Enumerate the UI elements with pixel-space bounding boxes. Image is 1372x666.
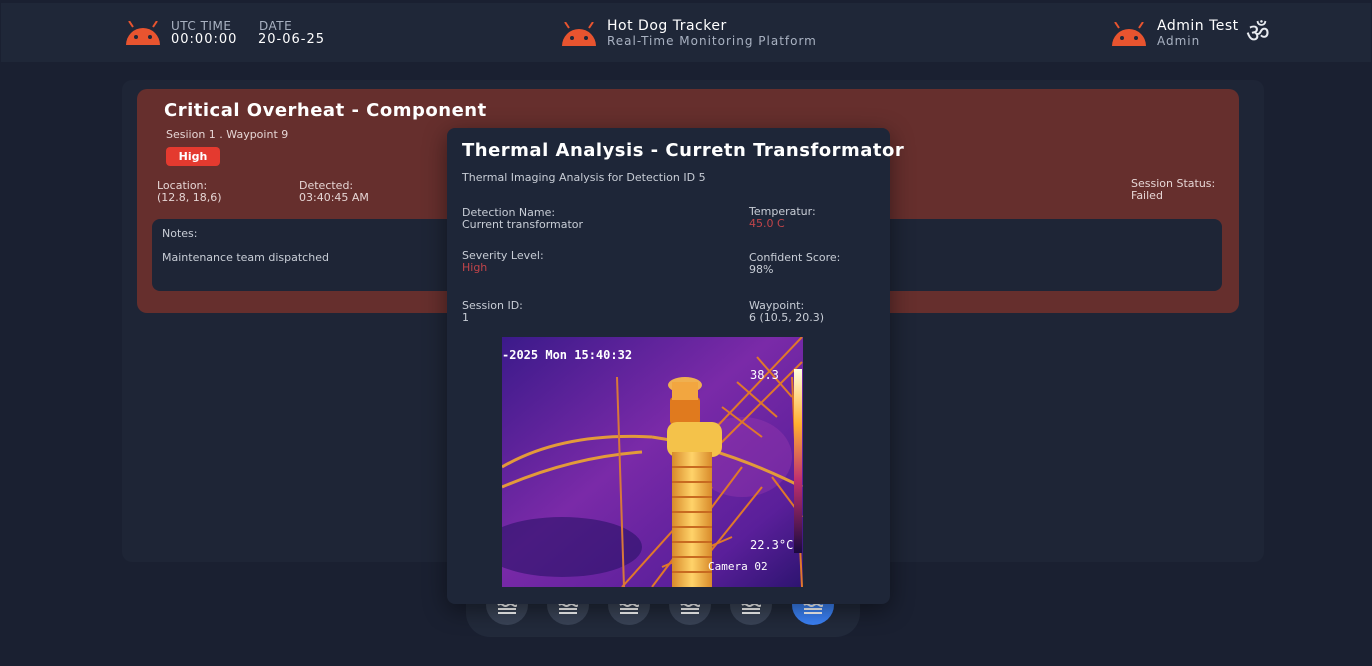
utc-time-label: UTC TIME (171, 19, 232, 33)
app-subtitle: Real-Time Monitoring Platform (607, 34, 817, 48)
waypoint-value: 6 (10.5, 20.3) (749, 311, 825, 324)
date-value: 20-06-25 (258, 32, 326, 47)
detected-value: 03:40:45 AM (299, 191, 369, 204)
notes-text: Maintenance team dispatched (162, 251, 329, 264)
user-role: Admin (1157, 34, 1201, 48)
waves-icon (558, 603, 578, 614)
modal-title: Thermal Analysis - Curretn Transformator (462, 140, 905, 161)
android-icon (560, 22, 598, 46)
thermal-camera-label: Camera 02 (708, 560, 768, 573)
temperature-value: 45.0 C (749, 217, 785, 230)
thermal-max-temp: 38.3 (750, 368, 779, 382)
waves-icon (680, 603, 700, 614)
date-label: DATE (259, 19, 293, 33)
severity-badge: High (166, 147, 220, 166)
user-name: Admin Test (1157, 18, 1239, 34)
alert-subtitle: Sesiion 1 . Waypoint 9 (166, 128, 289, 141)
om-icon[interactable]: ॐ (1246, 14, 1270, 50)
android-icon (124, 21, 162, 45)
android-icon (1110, 22, 1148, 46)
waves-icon (497, 603, 517, 614)
thermal-image: -2025 Mon 15:40:32 38.3 22.3°C Camera 02 (502, 337, 803, 587)
detection-name-value: Current transformator (462, 218, 584, 231)
utc-time-value: 00:00:00 (171, 32, 238, 47)
thermal-min-temp: 22.3°C (750, 538, 793, 552)
session-status-value: Failed (1131, 189, 1163, 202)
waves-icon (803, 603, 823, 614)
session-id-value: 1 (462, 311, 469, 324)
waves-icon (741, 603, 761, 614)
severity-level-value: High (462, 261, 488, 274)
alert-title: Critical Overheat - Component (164, 100, 487, 121)
confidence-value: 98% (749, 263, 774, 276)
app-title: Hot Dog Tracker (607, 18, 727, 34)
modal-subtitle: Thermal Imaging Analysis for Detection I… (462, 171, 706, 184)
notes-label: Notes: (162, 227, 198, 240)
session-id-label: Session ID: (462, 299, 523, 312)
waves-icon (619, 603, 639, 614)
location-value: (12.8, 18,6) (157, 191, 222, 204)
thermal-timestamp: -2025 Mon 15:40:32 (502, 348, 632, 362)
